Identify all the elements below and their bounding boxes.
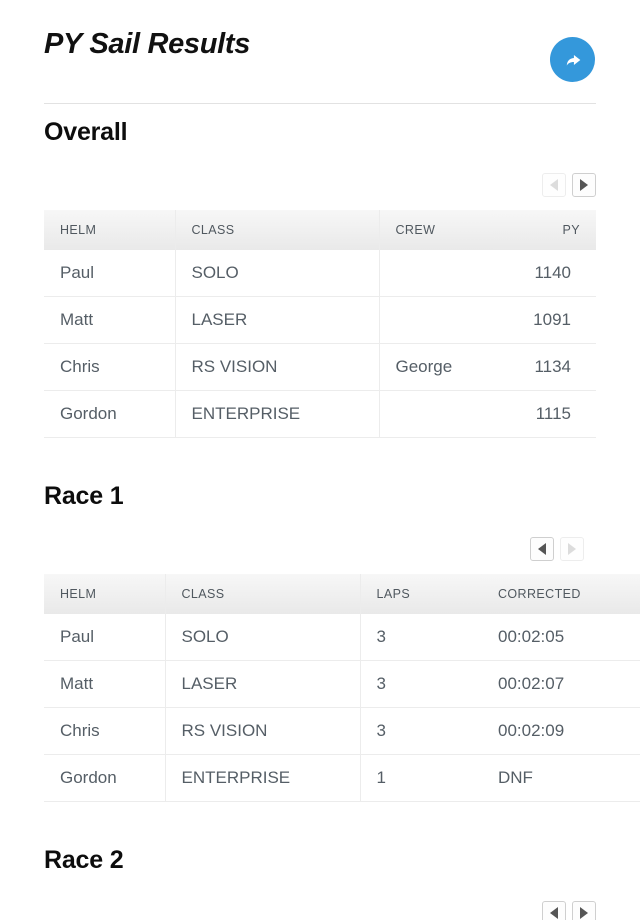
table-header-row: HELM CLASS LAPS CORRECTED bbox=[44, 574, 640, 614]
table-row: Matt LASER 1091 bbox=[44, 296, 596, 344]
chevron-right-icon bbox=[580, 179, 588, 191]
cell-corrected: DNF bbox=[482, 754, 640, 802]
table-row: Chris RS VISION 3 00:02:09 bbox=[44, 707, 640, 755]
share-arrow-icon bbox=[562, 49, 584, 71]
pagination-next-button-race-1[interactable] bbox=[560, 537, 584, 561]
section-title-race-2: Race 2 bbox=[44, 846, 124, 874]
chevron-left-icon bbox=[550, 907, 558, 919]
column-header-helm[interactable]: HELM bbox=[44, 574, 165, 614]
cell-crew bbox=[379, 250, 493, 297]
table-row: Matt LASER 3 00:02:07 bbox=[44, 660, 640, 708]
cell-helm: Matt bbox=[44, 660, 165, 708]
column-header-laps[interactable]: LAPS bbox=[360, 574, 482, 614]
table-wrapper-race-1: HELM CLASS LAPS CORRECTED Paul SOLO 3 00… bbox=[44, 574, 640, 802]
cell-corrected: 00:02:07 bbox=[482, 660, 640, 708]
table-header-row: HELM CLASS CREW PY bbox=[44, 210, 596, 250]
cell-class: ENTERPRISE bbox=[174, 390, 380, 438]
cell-helm: Paul bbox=[60, 627, 95, 646]
cell-py: 1091 bbox=[493, 296, 596, 344]
cell-laps: 3 bbox=[360, 707, 482, 755]
pagination-prev-button-race-1[interactable] bbox=[530, 537, 554, 561]
section-race-2: Race 2 bbox=[0, 846, 640, 920]
table-wrapper-overall: HELM CLASS CREW PY Paul SOLO 1140 Matt L… bbox=[44, 210, 596, 438]
cell-helm: Gordon bbox=[44, 754, 165, 802]
table-row: Paul SOLO 3 00:02:05 bbox=[44, 614, 640, 661]
table-row: Chris RS VISION George 1134 bbox=[44, 343, 596, 391]
pagination-overall bbox=[44, 173, 596, 197]
page-title: PY Sail Results bbox=[44, 28, 251, 60]
cell-laps: 3 bbox=[360, 660, 482, 708]
section-race-1: Race 1 HELM CLASS LAPS CORRECTED Paul SO… bbox=[0, 482, 640, 802]
pagination-race-2 bbox=[44, 901, 596, 920]
results-table-overall: HELM CLASS CREW PY Paul SOLO 1140 Matt L… bbox=[44, 210, 596, 438]
results-table-race-1: HELM CLASS LAPS CORRECTED Paul SOLO 3 00… bbox=[44, 574, 640, 802]
cell-crew: George bbox=[379, 343, 493, 391]
cell-laps: 3 bbox=[376, 627, 386, 646]
chevron-left-icon bbox=[538, 543, 546, 555]
cell-class: RS VISION bbox=[174, 343, 380, 391]
chevron-right-icon bbox=[568, 543, 576, 555]
cell-helm: Matt bbox=[44, 296, 175, 344]
column-header-class[interactable]: CLASS bbox=[164, 574, 361, 614]
column-header-helm[interactable]: HELM bbox=[44, 210, 175, 250]
column-header-class[interactable]: CLASS bbox=[174, 210, 380, 250]
cell-py: 1134 bbox=[493, 343, 596, 391]
cell-class: SOLO bbox=[164, 614, 361, 661]
table-row: Gordon ENTERPRISE 1115 bbox=[44, 390, 596, 438]
pagination-next-button-overall[interactable] bbox=[572, 173, 596, 197]
cell-helm: Chris bbox=[44, 343, 175, 391]
chevron-left-icon bbox=[550, 179, 558, 191]
cell-py: 1115 bbox=[493, 390, 596, 438]
section-title-race-1: Race 1 bbox=[44, 482, 124, 510]
table-row: Paul SOLO 1140 bbox=[44, 250, 596, 297]
cell-class: RS VISION bbox=[164, 707, 361, 755]
pagination-next-button-race-2[interactable] bbox=[572, 901, 596, 920]
pagination-prev-button-overall[interactable] bbox=[542, 173, 566, 197]
cell-corrected: 00:02:05 bbox=[498, 627, 565, 646]
page-header: PY Sail Results bbox=[0, 0, 640, 104]
cell-crew bbox=[379, 296, 493, 344]
header-divider bbox=[44, 103, 596, 104]
cell-helm: Chris bbox=[44, 707, 165, 755]
cell-helm: Paul bbox=[60, 263, 95, 282]
cell-class: LASER bbox=[164, 660, 361, 708]
column-header-py[interactable]: PY bbox=[493, 210, 596, 250]
section-title-overall: Overall bbox=[44, 118, 128, 146]
pagination-race-1 bbox=[44, 537, 596, 561]
cell-py: 1140 bbox=[534, 263, 571, 282]
results-page: PY Sail Results Overall HELM CLASS CREW … bbox=[0, 0, 640, 920]
cell-class: LASER bbox=[174, 296, 380, 344]
chevron-right-icon bbox=[580, 907, 588, 919]
cell-corrected: 00:02:09 bbox=[482, 707, 640, 755]
table-row: Gordon ENTERPRISE 1 DNF bbox=[44, 754, 640, 802]
section-overall: Overall HELM CLASS CREW PY Paul SOLO 114… bbox=[0, 118, 640, 438]
pagination-prev-button-race-2[interactable] bbox=[542, 901, 566, 920]
share-button[interactable] bbox=[550, 37, 595, 82]
cell-helm: Gordon bbox=[44, 390, 175, 438]
cell-class: SOLO bbox=[174, 250, 380, 297]
column-header-crew[interactable]: CREW bbox=[379, 210, 493, 250]
cell-crew bbox=[379, 390, 493, 438]
cell-laps: 1 bbox=[360, 754, 482, 802]
cell-class: ENTERPRISE bbox=[164, 754, 361, 802]
column-header-corrected[interactable]: CORRECTED bbox=[482, 574, 640, 614]
